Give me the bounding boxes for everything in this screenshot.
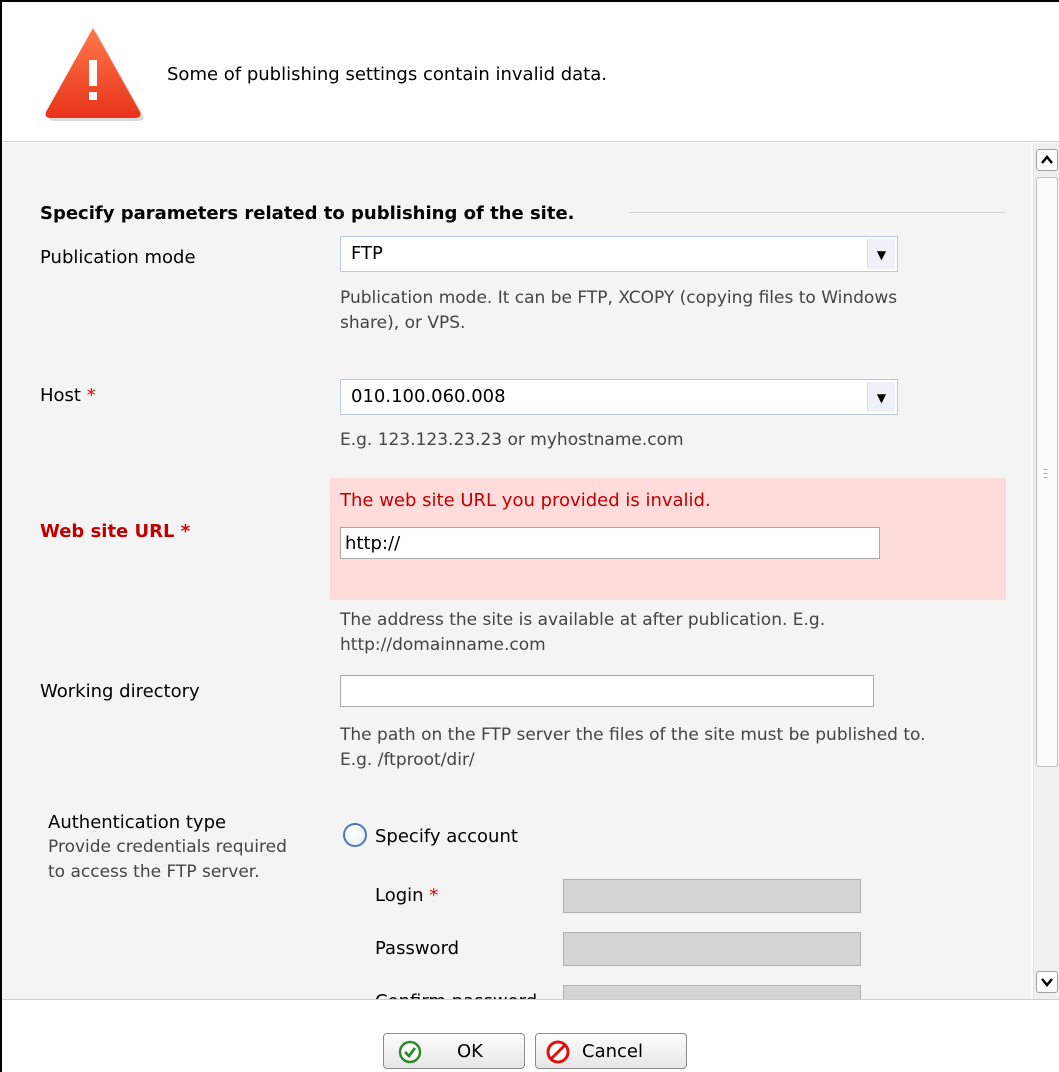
section-title: Specify parameters related to publishing… [40, 203, 575, 224]
web-site-url-input[interactable] [340, 527, 880, 559]
header-message: Some of publishing settings contain inva… [167, 64, 607, 85]
scroll-down-button[interactable] [1036, 971, 1058, 993]
publication-mode-value: FTP [351, 243, 383, 264]
login-label: Login * [375, 885, 439, 906]
dialog-header: Some of publishing settings contain inva… [2, 2, 1059, 142]
publication-mode-hint: Publication mode. It can be FTP, XCOPY (… [340, 288, 898, 333]
specify-account-radio[interactable] [343, 823, 367, 847]
working-directory-hint: The path on the FTP server the files of … [340, 725, 926, 770]
chevron-up-icon [1041, 155, 1053, 164]
required-marker: * [429, 885, 439, 906]
host-hint: E.g. 123.123.23.23 or myhostname.com [340, 430, 684, 450]
web-site-url-label: Web site URL * [40, 521, 191, 542]
cancel-icon [546, 1040, 570, 1064]
warning-icon [45, 28, 144, 121]
host-label: Host * [40, 385, 96, 406]
section-divider [629, 212, 1005, 213]
confirm-password-input[interactable] [563, 985, 861, 999]
grip-icon: – – – [1043, 464, 1048, 483]
checkmark-icon [398, 1040, 422, 1064]
chevron-down-icon [1041, 978, 1053, 987]
authentication-description: Provide credentials required to access t… [48, 837, 287, 882]
publication-mode-select[interactable]: FTP ▼ [340, 236, 898, 272]
chevron-down-icon[interactable]: ▼ [867, 239, 895, 269]
scroll-up-button[interactable] [1036, 149, 1058, 171]
web-site-url-hint: The address the site is available at aft… [340, 610, 826, 655]
dialog-footer: OK Cancel [2, 999, 1059, 1072]
password-input[interactable] [563, 932, 861, 966]
working-directory-input[interactable] [340, 675, 874, 707]
specify-account-label[interactable]: Specify account [375, 826, 518, 847]
ok-button[interactable]: OK [383, 1033, 525, 1069]
working-directory-label: Working directory [40, 681, 200, 702]
confirm-password-label: Confirm password [375, 991, 537, 999]
cancel-button[interactable]: Cancel [535, 1033, 687, 1069]
chevron-down-icon[interactable]: ▼ [867, 382, 895, 412]
login-input[interactable] [563, 879, 861, 913]
required-marker: * [180, 521, 191, 542]
authentication-type-label: Authentication type [48, 812, 227, 833]
cancel-label: Cancel [582, 1041, 643, 1062]
scrollbar-thumb[interactable]: – – – [1036, 177, 1058, 767]
publication-mode-label: Publication mode [40, 247, 196, 268]
url-error-message: The web site URL you provided is invalid… [340, 490, 711, 511]
settings-panel: Specify parameters related to publishing… [2, 143, 1031, 999]
host-select[interactable]: 010.100.060.008 ▼ [340, 379, 898, 415]
vertical-scrollbar[interactable]: – – – [1033, 143, 1059, 999]
required-marker: * [86, 385, 96, 406]
ok-label: OK [457, 1041, 483, 1062]
password-label: Password [375, 938, 460, 959]
host-value: 010.100.060.008 [351, 386, 506, 407]
